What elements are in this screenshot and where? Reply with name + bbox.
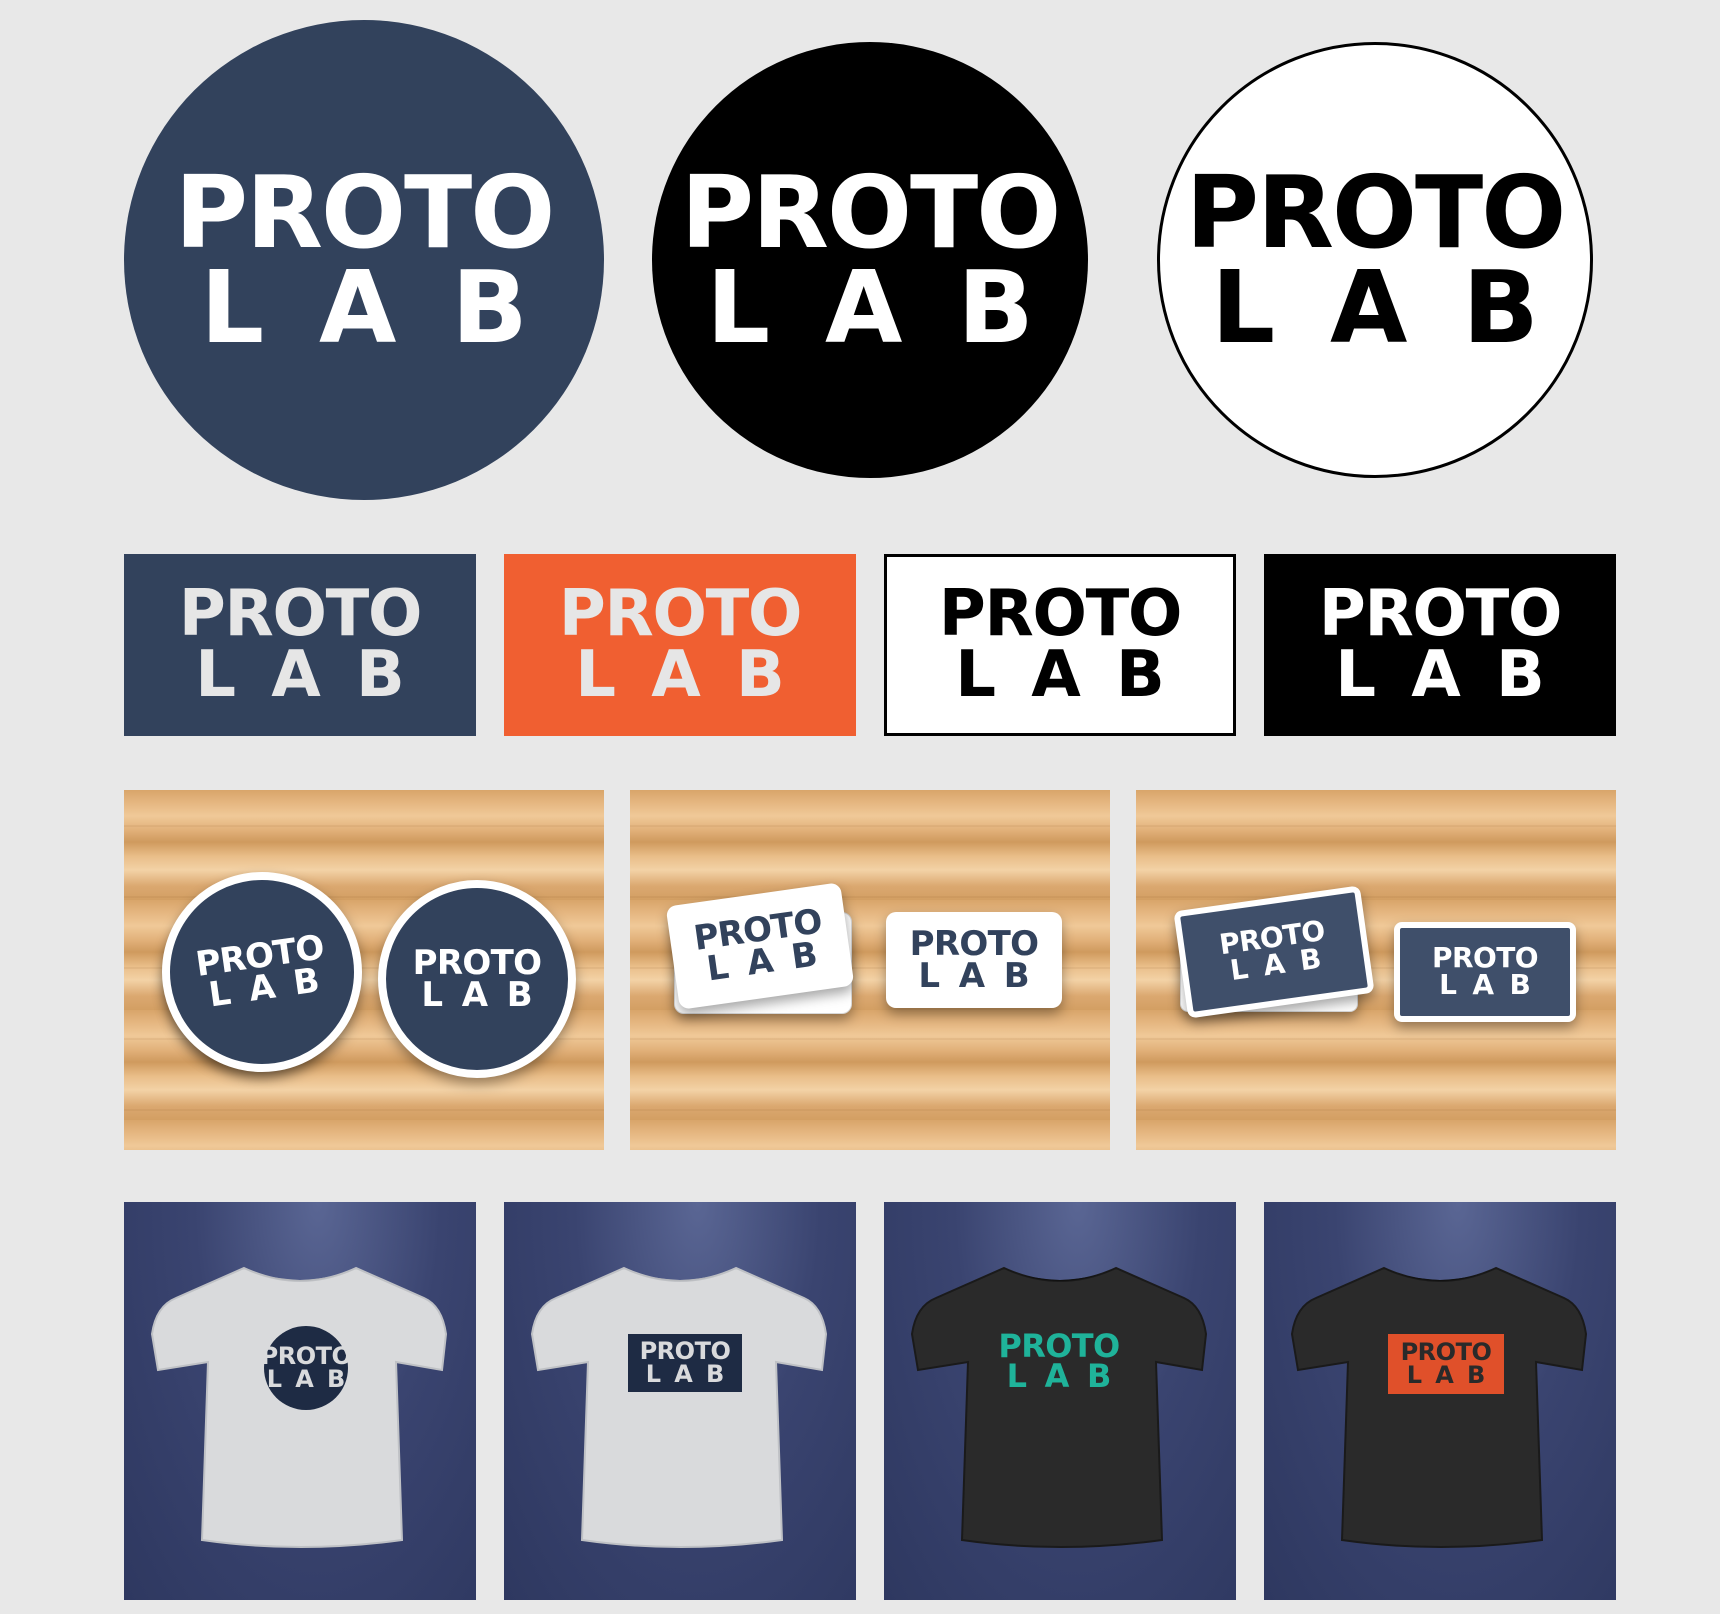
wood-panel-navy-rect-stickers: PROTO LAB PROTO LAB: [1136, 790, 1616, 1150]
logo-word-lab: LAB: [200, 249, 583, 366]
logo-mark: PROTO LAB: [1318, 577, 1563, 707]
logo-mark: PROTO LAB: [691, 901, 838, 989]
sticker-rect-white-single: PROTO LAB: [886, 912, 1062, 1008]
logo-rect-black: PROTO LAB: [1264, 554, 1616, 736]
logo-word-lab: LAB: [1439, 968, 1547, 1001]
logo-word-proto: PROTO: [1318, 577, 1563, 652]
logo-mark: PROTO LAB: [1401, 1340, 1492, 1387]
logo-word-proto: PROTO: [1185, 154, 1567, 271]
logo-word-lab: LAB: [645, 1360, 738, 1388]
logo-word-lab: LAB: [918, 956, 1049, 996]
shirt-panel-white-circle: PROTO LAB: [124, 1202, 476, 1600]
tshirt-icon: [530, 1266, 828, 1548]
wood-panel-round-stickers: PROTO LAB PROTO LAB: [124, 790, 604, 1150]
shirt-print-teal-text: PROTO LAB: [994, 1326, 1124, 1396]
logo-mark: PROTO LAB: [1217, 914, 1338, 987]
logo-circle-navy: PROTO LAB: [124, 20, 604, 500]
logo-mark: PROTO LAB: [910, 927, 1039, 994]
logo-word-proto: PROTO: [680, 154, 1062, 271]
shirt-panel-black-teal: PROTO LAB: [884, 1202, 1236, 1600]
logo-word-proto: PROTO: [938, 577, 1183, 652]
logo-mark: PROTO LAB: [558, 577, 803, 707]
logo-word-proto: PROTO: [174, 154, 556, 271]
logo-word-proto: PROTO: [178, 577, 423, 652]
logo-mark: PROTO LAB: [998, 1329, 1120, 1392]
logo-word-lab: LAB: [1335, 638, 1580, 712]
sticker-round-single: PROTO LAB: [378, 880, 576, 1078]
shirt-panel-white-rect: PROTO LAB: [504, 1202, 856, 1600]
logo-word-lab: LAB: [955, 638, 1200, 712]
shirt-print-orange-rect: PROTO LAB: [1388, 1334, 1504, 1394]
shirt-print-navy-rect: PROTO LAB: [628, 1334, 742, 1392]
logo-circle-black: PROTO LAB: [652, 42, 1088, 478]
logo-rect-white: PROTO LAB: [884, 554, 1236, 736]
logo-mark: PROTO LAB: [640, 1339, 731, 1386]
logo-mark: PROTO LAB: [178, 577, 423, 707]
tshirt-icon: [1290, 1266, 1588, 1548]
logo-mark: PROTO LAB: [938, 577, 1183, 707]
logo-circle-white: PROTO LAB: [1157, 42, 1593, 478]
logo-mark: PROTO LAB: [174, 154, 556, 358]
logo-word-lab: LAB: [575, 638, 820, 712]
logo-word-lab: LAB: [421, 975, 552, 1015]
shirt-panel-black-orange: PROTO LAB: [1264, 1202, 1616, 1600]
logo-word-lab: LAB: [1211, 249, 1594, 366]
logo-mark: PROTO LAB: [261, 1344, 352, 1391]
sticker-round-stacked: PROTO LAB: [149, 859, 375, 1085]
logo-mark: PROTO LAB: [1432, 944, 1539, 998]
logo-mark: PROTO LAB: [680, 154, 1062, 358]
logo-mark: PROTO LAB: [413, 946, 542, 1013]
logo-word-proto: PROTO: [558, 577, 803, 652]
tshirt-icon: [910, 1266, 1208, 1548]
logo-word-lab: LAB: [1406, 1361, 1499, 1389]
sticker-rect-navy-single: PROTO LAB: [1394, 922, 1576, 1022]
logo-rect-orange: PROTO LAB: [504, 554, 856, 736]
logo-word-lab: LAB: [266, 1365, 359, 1393]
logo-word-lab: LAB: [195, 638, 440, 712]
logo-mark: PROTO LAB: [193, 927, 340, 1015]
shirt-print-navy-circle: PROTO LAB: [261, 1326, 352, 1410]
logo-mark: PROTO LAB: [1185, 154, 1567, 358]
logo-word-lab: LAB: [706, 249, 1089, 366]
logo-word-lab: LAB: [1006, 1357, 1129, 1395]
logo-rect-navy: PROTO LAB: [124, 554, 476, 736]
wood-panel-white-rect-stickers: PROTO LAB PROTO LAB: [630, 790, 1110, 1150]
